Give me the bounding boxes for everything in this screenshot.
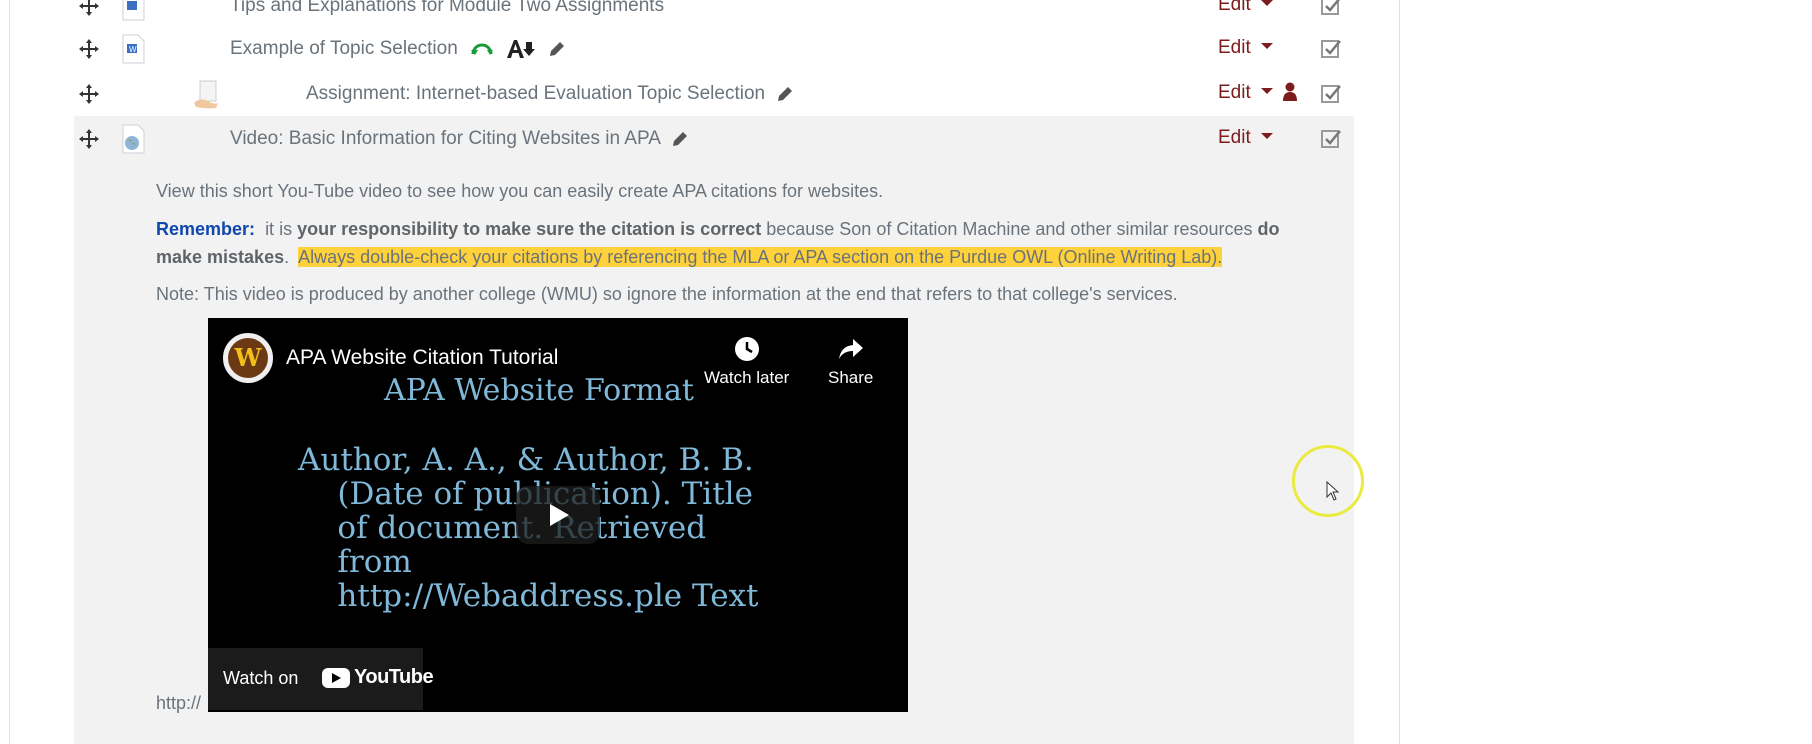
chevron-down-icon xyxy=(1260,43,1273,50)
word-file-icon: W xyxy=(122,34,145,64)
completion-checkbox-icon[interactable] xyxy=(1320,0,1342,17)
channel-avatar[interactable]: W xyxy=(223,333,273,383)
note-line: Note: This video is produced by another … xyxy=(156,284,1178,304)
completion-checkbox-icon[interactable] xyxy=(1320,83,1342,105)
right-divider xyxy=(1399,0,1400,744)
activity-title[interactable]: Tips and Explanations for Module Two Ass… xyxy=(230,0,664,17)
pencil-icon[interactable] xyxy=(671,130,689,148)
left-divider xyxy=(9,0,10,744)
activity-row: W Example of Topic Selection Edit xyxy=(74,26,1354,71)
text-span: . xyxy=(284,247,290,267)
play-button[interactable] xyxy=(516,486,600,544)
course-page: Tips and Explanations for Module Two Ass… xyxy=(0,0,1812,744)
share-icon xyxy=(838,339,863,359)
chevron-down-icon xyxy=(1260,0,1273,7)
watch-on-label: Watch on xyxy=(223,668,299,688)
availability-icon[interactable] xyxy=(469,40,495,58)
edit-menu[interactable]: Edit xyxy=(1218,0,1273,16)
activity-title[interactable]: Example of Topic Selection xyxy=(230,38,566,60)
youtube-wordmark: YouTube xyxy=(354,666,434,688)
edit-menu[interactable]: Edit xyxy=(1218,127,1273,149)
clock-icon xyxy=(734,337,759,361)
url-icon xyxy=(122,124,145,154)
share-button[interactable]: Share xyxy=(828,336,873,388)
text-span: make mistakes xyxy=(156,247,285,267)
chevron-down-icon xyxy=(1260,88,1273,95)
play-icon xyxy=(550,504,569,526)
text-span: it is xyxy=(265,219,293,239)
watch-on-youtube-button[interactable]: Watch on YouTube xyxy=(208,648,434,710)
trailing-link-text[interactable]: http:// xyxy=(156,693,201,714)
move-icon[interactable] xyxy=(78,83,100,105)
chevron-down-icon xyxy=(1260,133,1273,140)
text-span: do xyxy=(1257,219,1280,239)
description-paragraph: Remember: it is your responsibility to m… xyxy=(156,215,1316,271)
pencil-icon[interactable] xyxy=(548,40,566,58)
assignment-icon xyxy=(194,80,218,109)
highlighted-text: Always double-check your citations by re… xyxy=(298,247,1223,267)
youtube-player[interactable]: W APA Website Citation Tutorial Watch la… xyxy=(208,318,908,712)
channel-initial: W xyxy=(228,338,268,378)
activity-title[interactable]: Assignment: Internet-based Evaluation To… xyxy=(306,83,794,105)
edit-menu[interactable]: Edit xyxy=(1218,82,1273,104)
move-icon[interactable] xyxy=(78,38,100,60)
watch-later-button[interactable]: Watch later xyxy=(704,336,789,388)
activity-title[interactable]: Video: Basic Information for Citing Webs… xyxy=(230,128,689,150)
assign-roles-icon[interactable] xyxy=(506,39,536,59)
move-icon[interactable] xyxy=(78,0,100,17)
edit-menu[interactable]: Edit xyxy=(1218,37,1273,59)
svg-text:W: W xyxy=(129,45,137,54)
description-line: View this short You-Tube video to see ho… xyxy=(156,181,884,201)
word-file-icon xyxy=(122,0,145,21)
video-title[interactable]: APA Website Citation Tutorial xyxy=(286,346,558,370)
pencil-icon[interactable] xyxy=(776,85,794,103)
remember-label: Remember: xyxy=(156,219,256,239)
slide-heading: APA Website Format xyxy=(384,373,694,408)
completion-checkbox-icon[interactable] xyxy=(1320,128,1342,150)
move-icon[interactable] xyxy=(78,128,100,150)
mouse-pointer-icon xyxy=(1326,481,1340,501)
text-span: your responsibility to make sure the cit… xyxy=(297,219,762,239)
activity-row: Video: Basic Information for Citing Webs… xyxy=(74,116,1354,161)
completion-checkbox-icon[interactable] xyxy=(1320,38,1342,60)
activity-row: Tips and Explanations for Module Two Ass… xyxy=(74,0,1354,28)
youtube-logo-icon xyxy=(322,668,350,688)
activity-row: Assignment: Internet-based Evaluation To… xyxy=(74,71,1354,116)
text-span: because Son of Citation Machine and othe… xyxy=(766,219,1253,239)
person-icon[interactable] xyxy=(1282,82,1298,102)
